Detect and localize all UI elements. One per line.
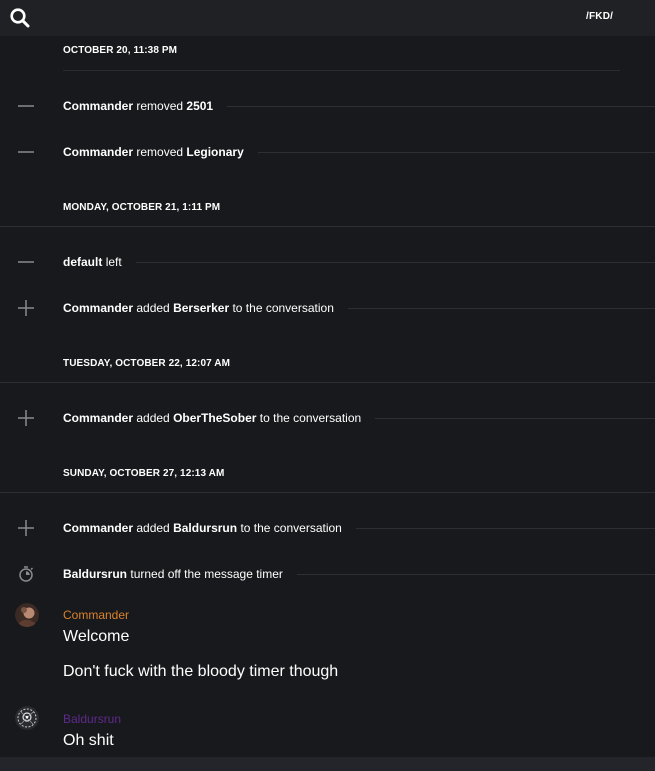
system-event: Commander added OberTheSober to the conv… [0, 408, 655, 428]
event-target[interactable]: Berserker [173, 301, 229, 315]
event-text: Commander added Baldursrun to the conver… [63, 521, 356, 535]
event-action: added [136, 301, 170, 315]
date-divider [0, 492, 655, 493]
message-author[interactable]: Baldursrun [63, 712, 121, 726]
event-target[interactable]: 2501 [186, 99, 213, 113]
event-suffix: to the conversation [232, 301, 334, 315]
system-event: Commander removed Legionary [0, 142, 655, 162]
event-action: left [105, 255, 122, 269]
event-target[interactable]: OberTheSober [173, 411, 256, 425]
event-text: default left [63, 255, 136, 269]
event-text: Commander removed 2501 [63, 99, 228, 113]
search-icon[interactable] [9, 7, 31, 29]
system-event: Baldursrun turned off the message timer [0, 564, 655, 584]
event-text: Baldursrun turned off the message timer [63, 567, 297, 581]
message-text: Oh shit [63, 732, 114, 749]
date-header: TUESDAY, OCTOBER 22, 12:07 AM [63, 358, 231, 369]
minus-icon [17, 98, 35, 114]
minus-icon [17, 254, 35, 270]
message-author[interactable]: Commander [63, 608, 129, 622]
message-feed[interactable]: OCTOBER 20, 11:38 PM Commander removed 2… [0, 36, 655, 757]
system-event: Commander removed 2501 [0, 96, 655, 116]
event-actor[interactable]: Commander [63, 145, 133, 159]
event-action: added [136, 521, 170, 535]
event-action: removed [136, 145, 184, 159]
event-actor[interactable]: Commander [63, 99, 133, 113]
composer-bar[interactable] [0, 757, 655, 771]
plus-icon [17, 520, 35, 536]
event-action: removed [136, 99, 184, 113]
top-bar: /FKD/ [0, 0, 655, 36]
channel-name[interactable]: /FKD/ [586, 11, 613, 22]
event-target[interactable]: Legionary [186, 145, 243, 159]
event-suffix: to the conversation [240, 521, 342, 535]
date-divider [0, 226, 655, 227]
system-event: Commander added Berserker to the convers… [0, 298, 655, 318]
plus-icon [17, 410, 35, 426]
date-header: OCTOBER 20, 11:38 PM [63, 45, 178, 56]
system-event: Commander added Baldursrun to the conver… [0, 518, 655, 538]
event-action: added [136, 411, 170, 425]
event-actor[interactable]: default [63, 255, 102, 269]
event-actor[interactable]: Commander [63, 301, 133, 315]
system-event: default left [0, 252, 655, 272]
event-text: Commander added OberTheSober to the conv… [63, 411, 376, 425]
avatar[interactable] [15, 603, 39, 627]
event-actor[interactable]: Commander [63, 411, 133, 425]
event-line [63, 262, 655, 263]
minus-icon [17, 144, 35, 160]
plus-icon [17, 300, 35, 316]
event-text: Commander added Berserker to the convers… [63, 301, 348, 315]
event-text: Commander removed Legionary [63, 145, 258, 159]
date-divider [0, 382, 655, 383]
event-actor[interactable]: Baldursrun [63, 567, 127, 581]
date-header: MONDAY, OCTOBER 21, 1:11 PM [63, 202, 221, 213]
avatar[interactable] [15, 706, 39, 730]
event-target[interactable]: Baldursrun [173, 521, 237, 535]
message-text: Welcome [63, 628, 130, 645]
message-text: Don't fuck with the bloody timer though [63, 663, 339, 680]
event-suffix: to the conversation [259, 411, 362, 425]
event-action: turned off the message timer [130, 567, 283, 581]
date-divider [63, 70, 620, 71]
date-header: SUNDAY, OCTOBER 27, 12:13 AM [63, 468, 225, 479]
event-actor[interactable]: Commander [63, 521, 133, 535]
timer-icon [17, 566, 35, 582]
